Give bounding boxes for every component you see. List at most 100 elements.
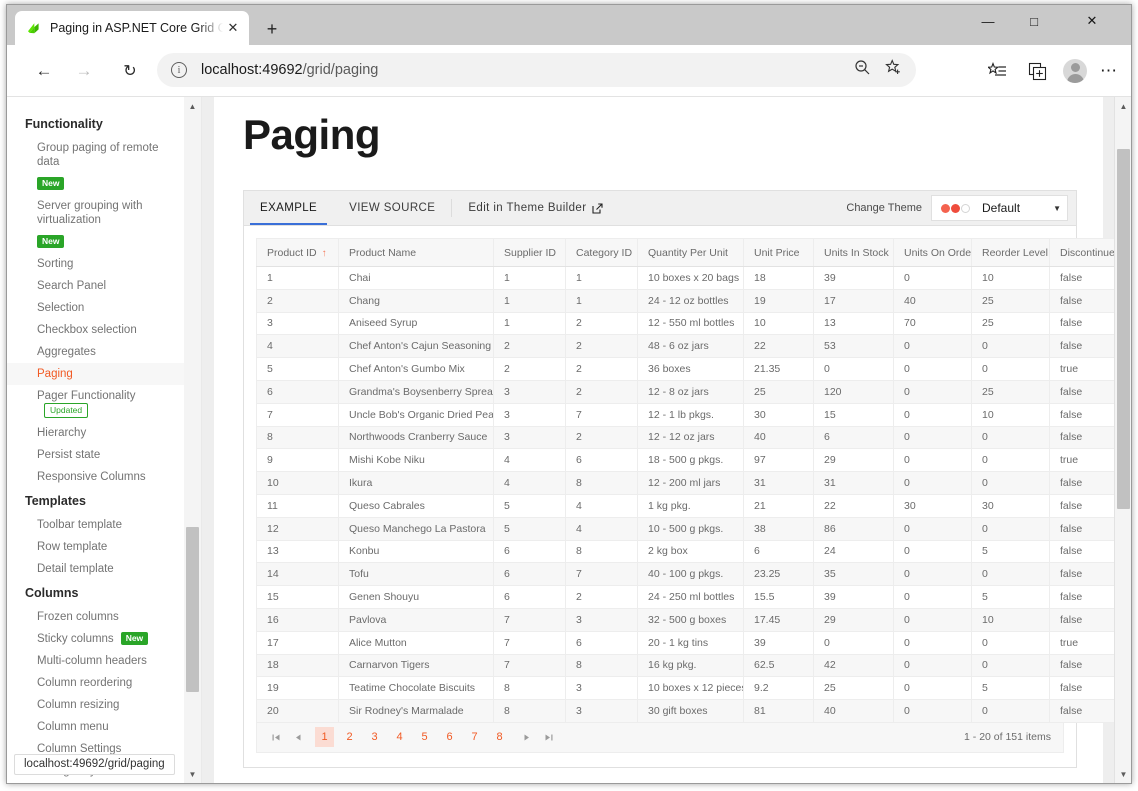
pager-page-3[interactable]: 3 [365,727,384,747]
collections-icon[interactable] [1023,57,1051,85]
sidebar-item-checkbox-selection[interactable]: Checkbox selection [7,319,185,341]
theme-select[interactable]: Default ▼ [931,195,1068,221]
chevron-down-icon[interactable]: ▼ [1053,204,1061,213]
grid-column-header[interactable]: Category ID [565,238,638,267]
table-cell: 6 [493,562,566,587]
sidebar-item-server-grouping-with-virtualization[interactable]: Server grouping with virtualization [7,195,185,231]
table-row[interactable]: 1 Chai 1 1 10 boxes x 20 bags 18 39 0 10 false [256,266,1114,290]
grid-column-label: Product Name [349,246,417,259]
page-scroll-thumb[interactable] [1117,149,1130,509]
sidebar-item-selection[interactable]: Selection [7,297,185,319]
grid-column-header[interactable]: Units In Stock [813,238,894,267]
new-tab-button[interactable]: + [259,16,285,42]
tab-close-icon[interactable]: ✕ [223,18,243,38]
table-row[interactable]: 8 Northwoods Cranberry Sauce 3 2 12 - 12 oz … [256,426,1114,450]
pager-page-2[interactable]: 2 [340,727,359,747]
table-row[interactable]: 9 Mishi Kobe Niku 4 6 18 - 500 g pkgs. 97 29 0 0… [256,448,1114,473]
window-close-button[interactable]: ✕ [1069,5,1115,37]
table-row[interactable]: 10 Ikura 4 8 12 - 200 ml jars 31 31 0 0 false [256,471,1114,495]
table-row[interactable]: 19 Teatime Chocolate Biscuits 8 3 10 boxes x… [256,676,1114,701]
page-scroll-up-icon[interactable]: ▲ [1115,97,1131,115]
window-maximize-button[interactable]: □ [1011,5,1057,37]
pager-page-5[interactable]: 5 [415,727,434,747]
table-row[interactable]: 2 Chang 1 1 24 - 12 oz bottles 19 17 40 25 false [256,289,1114,313]
sidebar-item-persist-state[interactable]: Persist state [7,444,185,466]
more-options-icon[interactable]: ⋯ [1095,57,1123,85]
sidebar-scroll-down-icon[interactable]: ▼ [184,765,201,783]
sidebar-item-foreignkey-column-binding[interactable]: ForeignKey column binding [7,782,185,783]
sidebar-item-aggregates[interactable]: Aggregates [7,341,185,363]
profile-avatar-icon[interactable] [1061,57,1089,85]
table-row[interactable]: 20 Sir Rodney's Marmalade 8 3 30 gift boxes 8… [256,699,1114,723]
sidebar-item-column-reordering[interactable]: Column reordering [7,672,185,694]
table-cell: 30 [893,494,972,518]
pager-page-8[interactable]: 8 [490,727,509,747]
table-row[interactable]: 4 Chef Anton's Cajun Seasoning 2 2 48 - 6 oz… [256,334,1114,359]
sidebar-scroll-up-icon[interactable]: ▲ [184,97,201,115]
sidebar-item-toolbar-template[interactable]: Toolbar template [7,514,185,536]
table-row[interactable]: 14 Tofu 6 7 40 - 100 g pkgs. 23.25 35 0 0 false [256,562,1114,587]
pager-first-button[interactable] [265,726,287,748]
sidebar-item-responsive-columns[interactable]: Responsive Columns [7,466,185,488]
table-row[interactable]: 11 Queso Cabrales 5 4 1 kg pkg. 21 22 30 30 false [256,494,1114,518]
sidebar-item-column-menu[interactable]: Column menu [7,716,185,738]
grid-column-header[interactable]: Discontinued [1049,238,1114,267]
pager-page-4[interactable]: 4 [390,727,409,747]
page-scroll-down-icon[interactable]: ▼ [1115,765,1131,783]
pager-prev-button[interactable] [287,726,309,748]
sidebar-item-multi-column-headers[interactable]: Multi-column headers [7,650,185,672]
grid-column-header[interactable]: Units On Order [893,238,972,267]
sidebar-item-row-template[interactable]: Row template [7,536,185,558]
theme-builder-link[interactable]: Edit in Theme Builder [452,191,619,225]
grid-column-header[interactable]: Reorder Level [971,238,1050,267]
sidebar-item-pager-functionality[interactable]: Pager FunctionalityUpdated [7,385,185,422]
table-row[interactable]: 13 Konbu 6 8 2 kg box 6 24 0 5 false [256,540,1114,564]
table-row[interactable]: 15 Genen Shouyu 6 2 24 - 250 ml bottles 15.5 3… [256,585,1114,609]
table-row[interactable]: 3 Aniseed Syrup 1 2 12 - 550 ml bottles 10 13 7… [256,312,1114,336]
table-row[interactable]: 12 Queso Manchego La Pastora 5 4 10 - 500 g … [256,517,1114,541]
sidebar-item-label: Aggregates [37,346,96,358]
reload-button[interactable]: ↻ [115,56,145,86]
table-row[interactable]: 17 Alice Mutton 7 6 20 - 1 kg tins 39 0 0 0 true [256,631,1114,655]
grid-column-header[interactable]: Product Name [338,238,494,267]
window-minimize-button[interactable]: — [965,5,1011,37]
back-button[interactable]: ← [29,56,59,86]
grid-column-header[interactable]: Supplier ID [493,238,566,267]
browser-tab[interactable]: Paging in ASP.NET Core Grid Co ✕ [15,11,249,45]
table-cell: false [1049,266,1114,290]
table-row[interactable]: 7 Uncle Bob's Organic Dried Pears 3 7 12 - 1… [256,403,1114,427]
favorites-list-icon[interactable] [983,57,1011,85]
pager-last-button[interactable] [537,726,559,748]
star-add-icon[interactable] [885,59,902,81]
sidebar-item-detail-template[interactable]: Detail template [7,558,185,580]
sidebar-item-sticky-columns[interactable]: Sticky columns New [7,628,185,650]
pager-page-6[interactable]: 6 [440,727,459,747]
grid-column-header[interactable]: Product ID ↑ [256,238,339,267]
tab-view-source[interactable]: VIEW SOURCE [333,191,451,225]
grid-column-header[interactable]: Unit Price [743,238,814,267]
sidebar-item-hierarchy[interactable]: Hierarchy [7,422,185,444]
sidebar-item-column-resizing[interactable]: Column resizing [7,694,185,716]
table-row[interactable]: 6 Grandma's Boysenberry Spread 3 2 12 - 8 oz… [256,380,1114,404]
sidebar-item-sorting[interactable]: Sorting [7,253,185,275]
sidebar-item-group-paging-of-remote-data[interactable]: Group paging of remote data [7,137,185,173]
table-cell: 16 kg pkg. [637,654,744,678]
page-scrollbar[interactable]: ▲ ▼ [1114,97,1131,783]
address-bar[interactable]: i localhost:49692/grid/paging [157,53,916,87]
sidebar-scrollbar[interactable]: ▲ ▼ [184,97,201,783]
search-icon[interactable] [854,59,871,81]
pager-page-1[interactable]: 1 [315,727,334,748]
grid-column-header[interactable]: Quantity Per Unit [637,238,744,267]
table-row[interactable]: 18 Carnarvon Tigers 7 8 16 kg pkg. 62.5 42 0 0 fa… [256,654,1114,678]
forward-button[interactable]: → [69,56,99,86]
table-row[interactable]: 5 Chef Anton's Gumbo Mix 2 2 36 boxes 21.35 0 0… [256,357,1114,381]
sidebar-scroll-thumb[interactable] [186,527,199,692]
pager-next-button[interactable] [515,726,537,748]
sidebar-item-search-panel[interactable]: Search Panel [7,275,185,297]
pager-page-7[interactable]: 7 [465,727,484,747]
tab-example[interactable]: EXAMPLE [244,191,333,225]
sidebar-item-paging[interactable]: Paging [7,363,185,385]
table-row[interactable]: 16 Pavlova 7 3 32 - 500 g boxes 17.45 29 0 10 fal… [256,608,1114,632]
site-info-icon[interactable]: i [171,62,187,78]
sidebar-item-frozen-columns[interactable]: Frozen columns [7,606,185,628]
